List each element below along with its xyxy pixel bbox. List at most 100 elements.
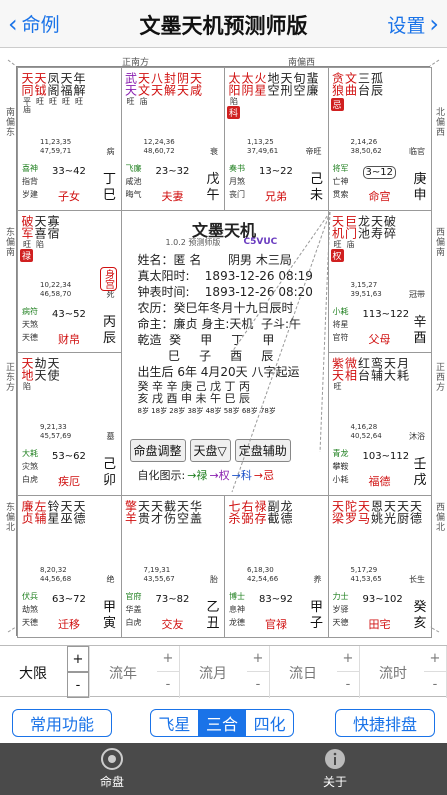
star-column: 天使 bbox=[46, 357, 60, 390]
side-star: 小耗 bbox=[332, 475, 349, 484]
star-brightness: 旺 bbox=[61, 97, 71, 105]
dir-left-1: 南偏东 bbox=[4, 107, 14, 137]
star-name: 天才 bbox=[149, 499, 164, 524]
stepper-label[interactable]: 流时 bbox=[360, 663, 426, 683]
star-column: 火星 bbox=[253, 72, 267, 119]
palace-cell-chen[interactable]: 破军旺禄天喜陷寡宿 10,22,34 46,58,70 死病符 天煞 天德 43~52 财帛… bbox=[17, 209, 122, 353]
stepper-plus-button[interactable]: + bbox=[424, 646, 446, 672]
star-name: 天文 bbox=[136, 72, 151, 96]
segment-sanhe[interactable]: 三合 bbox=[198, 710, 247, 736]
tab-chart[interactable]: 命盘 bbox=[72, 747, 152, 790]
daxian-range: 73~82 bbox=[155, 593, 190, 605]
age-list: 10,22,34 46,58,70 bbox=[40, 280, 72, 298]
stepper-plus-button[interactable]: + bbox=[247, 646, 269, 672]
side-star: 奏书 bbox=[229, 164, 245, 173]
tab-about[interactable]: 关于 bbox=[295, 747, 375, 790]
star-name: 天空 bbox=[175, 499, 190, 524]
stepper-plus-button[interactable]: + bbox=[337, 646, 359, 672]
earthly-branch: 亥 bbox=[413, 615, 427, 631]
back-button[interactable]: ‹ 命例 bbox=[8, 10, 60, 37]
stepper-label[interactable]: 流月 bbox=[180, 663, 246, 683]
growth-stage: 衰 bbox=[210, 147, 218, 156]
star-name: 贪狼 bbox=[330, 72, 345, 96]
stepper-label[interactable]: 大限 bbox=[0, 663, 66, 683]
chart-assist-button[interactable]: 定盘辅助 bbox=[234, 438, 291, 462]
zihua-legend: 自化图示: →禄 →权 →科 →忌 bbox=[138, 467, 275, 483]
center-line: 出生后 6年 4月20天 八字起运 bbox=[137, 364, 300, 379]
palace-cell-you[interactable]: 天机旺权巨门庙龙池 天寿 破碎 3,15,27 39,51,63 冠带 小耗 将星 官符 113… bbox=[327, 209, 432, 353]
age-list: 5,17,29 41,53,65 bbox=[350, 565, 382, 583]
star-name: 天光 bbox=[382, 499, 397, 524]
star-list: 擎羊 天贵 天才 截伤 天空 华盖 bbox=[123, 499, 203, 525]
side-star: 指背 bbox=[22, 177, 38, 186]
palace-cell-si[interactable]: 天同 平庙 天钺旺凤阁旺天福旺年解旺 11,23,35 47,59,71 病喜神 指背 岁建… bbox=[17, 67, 122, 211]
star-column: 红台 bbox=[357, 357, 371, 390]
stepper-minus-button[interactable]: - bbox=[67, 672, 89, 698]
palace-cell-mao[interactable]: 天地陷劫天 天使 9,21,33 45,57,69 墓大耗 灾煞 白虎 53~62 疾厄 己卯 bbox=[17, 352, 122, 496]
segment-sihua[interactable]: 四化 bbox=[246, 710, 293, 736]
heavenly-stem: 己 bbox=[102, 457, 116, 472]
star-name: 副截 bbox=[266, 499, 280, 524]
star-brightness: 庙 bbox=[346, 239, 355, 248]
stepper-plus-button[interactable]: + bbox=[157, 646, 179, 672]
star-list: 破军旺禄天喜陷寡宿 bbox=[20, 214, 60, 262]
earthly-branch: 未 bbox=[309, 188, 323, 203]
palace-cell-chou[interactable]: 擎羊 天贵 天才 截伤 天空 华盖 7,19,31 43,55,67 胎官府 华盖 白虎 73~82… bbox=[120, 494, 225, 638]
tianpan-dropdown[interactable]: 天盘▽ bbox=[189, 438, 231, 462]
chevron-right-icon: › bbox=[429, 10, 439, 38]
star-column: 三台 bbox=[357, 72, 371, 111]
star-name: 孤辰 bbox=[369, 72, 384, 96]
heavenly-stem: 甲 bbox=[102, 599, 116, 615]
star-column: 阴天 bbox=[176, 72, 190, 105]
palace-cell-wei[interactable]: 太阳陷科太阴 火星 地空 天刑 旬空 蜚廉 1,13,25 37,49,61 帝旺 奏书 月煞 丧门… bbox=[224, 67, 329, 211]
shengong-marker: 身宫 bbox=[99, 266, 117, 291]
segment-feixing[interactable]: 飞星 bbox=[151, 710, 199, 736]
star-column: 巨门庙 bbox=[344, 215, 358, 262]
pillar-ages: 8岁 18岁 28岁 38岁 48岁 58岁 68岁 78岁 bbox=[137, 406, 276, 415]
star-name: 武天 bbox=[123, 72, 138, 96]
palace-cell-zi[interactable]: 七杀 右弼 禄存 副截 龙德 6,18,30 42,54,66 养博士 息神 龙德 83~92 官禄… bbox=[224, 494, 329, 638]
star-column: 龙池 bbox=[357, 215, 371, 262]
center-line: 命主：廉贞 身主:天机 子斗:午 bbox=[137, 316, 302, 331]
stepper-plus-button[interactable]: + bbox=[67, 646, 89, 672]
star-name: 天厨 bbox=[395, 499, 410, 524]
age-list: 7,19,31 43,55,67 bbox=[143, 565, 175, 583]
star-name: 擎羊 bbox=[123, 499, 138, 524]
palace-name: 迁移 bbox=[58, 617, 80, 631]
star-column: 天大 bbox=[383, 357, 397, 390]
star-column: 天地陷 bbox=[20, 357, 34, 390]
common-functions-button[interactable]: 常用功能 bbox=[12, 709, 112, 737]
chart-adjust-button[interactable]: 命盘调整 bbox=[129, 438, 186, 462]
palace-cell-xu[interactable]: 紫天旺微相 红台 鸾辅 天大 月耗 4,16,28 40,52,64 沐浴 青龙 攀鞍 小耗 103… bbox=[327, 352, 432, 496]
star-column: 华盖 bbox=[189, 500, 203, 525]
stepper-label[interactable]: 流年 bbox=[90, 663, 156, 683]
star-column: 龙德 bbox=[279, 500, 293, 525]
growth-stage: 绝 bbox=[106, 574, 115, 584]
stepper-label[interactable]: 流日 bbox=[270, 663, 336, 683]
star-name: 微相 bbox=[343, 357, 358, 381]
star-name: 劫天 bbox=[33, 357, 47, 381]
palace-cell-hai[interactable]: 天梁 陀罗 天马 恩姚 天光 天厨 天德 5,17,29 41,53,65 长生 力士 岁驿 天德 93… bbox=[327, 494, 432, 638]
star-brightness: 旺 bbox=[126, 97, 135, 105]
star-column: 七杀 bbox=[227, 500, 241, 525]
star-list: 天机旺权巨门庙龙池 天寿 破碎 bbox=[330, 215, 397, 262]
dir-right-1: 西偏南 bbox=[434, 227, 444, 257]
star-name: 右弼 bbox=[240, 499, 254, 524]
side-star: 青龙 bbox=[332, 449, 349, 458]
center-line: 真太阳时: 1893-12-26 08:19 bbox=[137, 268, 313, 283]
growth-stage: 墓 bbox=[106, 432, 115, 441]
palace-cell-wu[interactable]: 武天旺天文庙八天 封解 阴天 天咸 12,24,36 48,60,72 衰飞廉 咸池 晦气 23… bbox=[120, 67, 225, 211]
settings-button[interactable]: 设置 › bbox=[387, 10, 439, 38]
stepper-minus-button[interactable]: - bbox=[337, 672, 359, 698]
age-list: 8,20,32 44,56,68 bbox=[40, 565, 72, 583]
stepper-minus-button[interactable]: - bbox=[157, 672, 179, 698]
palace-cell-yin[interactable]: 廉贞 左辅 铃星 天巫 天德 8,20,32 44,56,68 绝伏兵 劫煞 天德 63~72 迁移… bbox=[17, 494, 122, 638]
star-name: 天喜 bbox=[33, 214, 47, 239]
side-star: 息神 bbox=[229, 604, 245, 614]
star-name: 天使 bbox=[46, 357, 60, 381]
stepper-minus-button[interactable]: - bbox=[424, 672, 446, 698]
star-column: 破碎 bbox=[383, 215, 397, 262]
quick-chart-button[interactable]: 快捷排盘 bbox=[335, 709, 435, 737]
palace-cell-shen[interactable]: 贪狼忌文曲 三台 孤辰 2,14,26 38,50,62 临官 将军 亡神 贯索 3~12 命宫庚… bbox=[327, 67, 432, 211]
stepper-minus-button[interactable]: - bbox=[247, 672, 269, 698]
